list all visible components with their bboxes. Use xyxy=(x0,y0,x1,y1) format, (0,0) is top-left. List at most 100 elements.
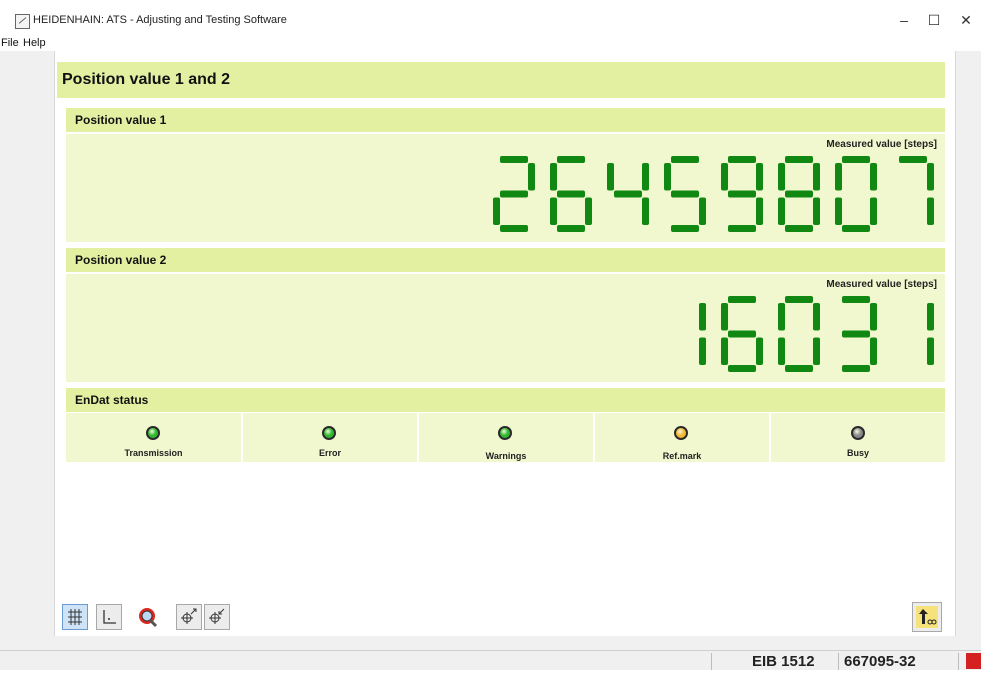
digit-6 xyxy=(550,156,592,232)
segment-e xyxy=(778,197,785,225)
status-separator xyxy=(958,653,959,670)
segment-g xyxy=(728,330,756,338)
digit-5 xyxy=(664,156,706,232)
segment-f xyxy=(664,163,671,191)
window-title: HEIDENHAIN: ATS - Adjusting and Testing … xyxy=(33,14,287,26)
segment-f xyxy=(550,163,557,191)
segment-d xyxy=(728,225,756,232)
segment-b xyxy=(927,303,934,331)
minimize-button[interactable]: – xyxy=(889,8,919,32)
crosshair-out-icon xyxy=(181,608,197,624)
segment-f xyxy=(778,303,785,331)
segment-g xyxy=(728,190,756,198)
exit-button[interactable] xyxy=(912,602,942,632)
segment-c xyxy=(927,337,934,365)
exit-icon xyxy=(916,606,938,628)
segment-a xyxy=(671,156,699,163)
device-id: 667095-32 xyxy=(844,653,916,670)
position-value-1-display xyxy=(492,154,935,234)
segment-d xyxy=(728,365,756,372)
axis-button[interactable] xyxy=(96,604,122,630)
close-button[interactable]: ✕ xyxy=(951,8,981,32)
digit-6 xyxy=(721,296,763,372)
crosshair-out-button[interactable] xyxy=(176,604,202,630)
busy-label: Busy xyxy=(846,448,869,458)
status-transmission: Transmission xyxy=(66,413,241,462)
segment-c xyxy=(870,197,877,225)
segment-d xyxy=(842,225,870,232)
transmission-led-icon xyxy=(146,426,160,440)
segment-g xyxy=(671,190,699,198)
axis-icon xyxy=(103,610,116,624)
position-value-1-header: Position value 1 xyxy=(66,108,945,132)
menu-file[interactable]: File xyxy=(1,37,19,49)
endat-status-title: EnDat status xyxy=(75,393,149,407)
segment-c xyxy=(585,197,592,225)
grid-icon xyxy=(68,609,82,625)
segment-b xyxy=(813,303,820,331)
segment-c xyxy=(699,337,706,365)
crosshair-in-icon xyxy=(209,608,225,624)
segment-d xyxy=(785,365,813,372)
digit-4 xyxy=(607,163,649,225)
segment-g xyxy=(614,190,642,198)
position-value-1-panel: Measured value [steps] xyxy=(66,134,945,242)
crosshair-in-button[interactable] xyxy=(204,604,230,630)
ref-mark-led-icon xyxy=(674,426,688,440)
position-value-2-display xyxy=(663,294,935,374)
segment-e xyxy=(493,197,500,225)
app-icon xyxy=(15,14,30,29)
segment-a xyxy=(500,156,528,163)
segment-a xyxy=(842,156,870,163)
segment-c xyxy=(870,337,877,365)
status-warnings: Warnings xyxy=(419,413,593,462)
segment-b xyxy=(642,163,649,191)
digit-9 xyxy=(721,156,763,232)
segment-b xyxy=(528,163,535,191)
zoom-button[interactable] xyxy=(134,604,160,630)
segment-c xyxy=(813,197,820,225)
magnifier-icon xyxy=(139,608,158,628)
error-led-icon xyxy=(322,426,336,440)
status-error: Error xyxy=(243,413,417,462)
position-value-2-header: Position value 2 xyxy=(66,248,945,272)
digit-3 xyxy=(842,296,877,372)
segment-g xyxy=(842,330,870,338)
grid-button[interactable] xyxy=(62,604,88,630)
status-bar: EIB 1512 667095-32 xyxy=(0,650,981,670)
status-separator xyxy=(838,653,839,670)
segment-e xyxy=(550,197,557,225)
position-value-2-title: Position value 2 xyxy=(75,253,167,267)
segment-a xyxy=(785,296,813,303)
segment-c xyxy=(642,197,649,225)
status-ref-mark: Ref.mark xyxy=(595,413,769,462)
digit-0 xyxy=(835,156,877,232)
segment-c xyxy=(813,337,820,365)
maximize-button[interactable]: ☐ xyxy=(919,8,949,32)
measured-value-label-1: Measured value [steps] xyxy=(826,139,937,150)
segment-b xyxy=(756,163,763,191)
segment-f xyxy=(778,163,785,191)
segment-d xyxy=(671,225,699,232)
segment-c xyxy=(699,197,706,225)
status-separator xyxy=(711,653,712,670)
segment-e xyxy=(835,197,842,225)
segment-f xyxy=(721,163,728,191)
digit-1 xyxy=(927,303,934,365)
warnings-led-icon xyxy=(498,426,512,440)
measured-value-label-2: Measured value [steps] xyxy=(826,279,937,290)
segment-e xyxy=(778,337,785,365)
error-label: Error xyxy=(318,448,341,458)
segment-d xyxy=(500,225,528,232)
position-value-1-title: Position value 1 xyxy=(75,113,167,127)
segment-e xyxy=(721,337,728,365)
digit-2 xyxy=(493,156,535,232)
segment-f xyxy=(835,163,842,191)
menu-help[interactable]: Help xyxy=(23,37,46,49)
title-bar: HEIDENHAIN: ATS - Adjusting and Testing … xyxy=(0,0,981,36)
segment-b xyxy=(699,303,706,331)
device-name: EIB 1512 xyxy=(752,653,815,670)
segment-g xyxy=(557,190,585,198)
warnings-label: Warnings xyxy=(485,451,527,461)
segment-g xyxy=(500,190,528,198)
